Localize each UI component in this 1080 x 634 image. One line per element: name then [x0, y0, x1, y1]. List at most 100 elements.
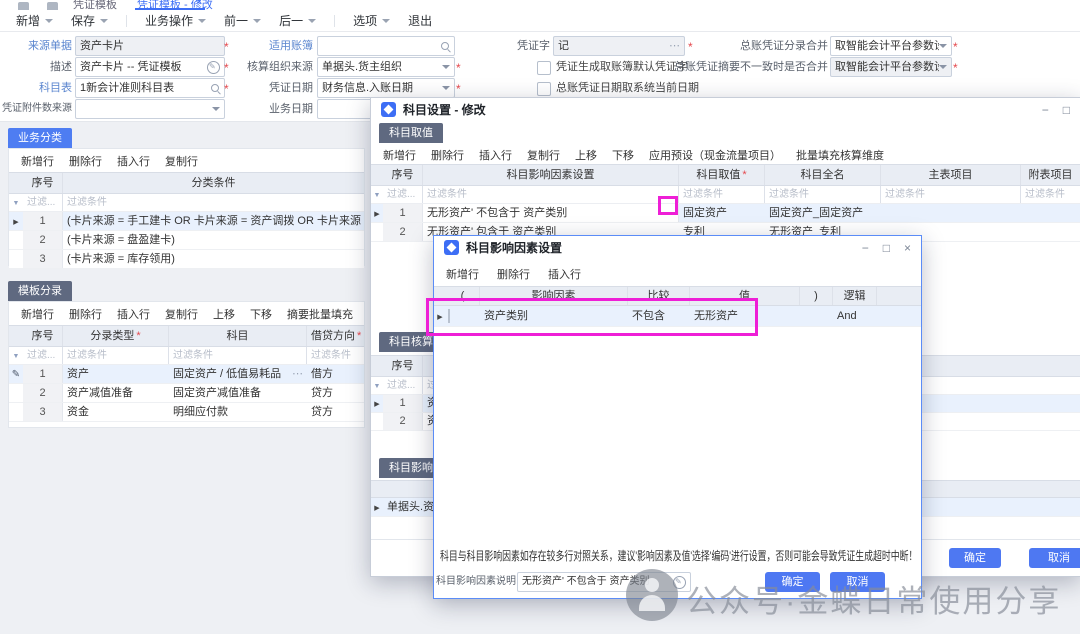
- col-subject-fullname[interactable]: 科目全名: [765, 165, 881, 185]
- insert-row-button[interactable]: 插入行: [479, 147, 512, 163]
- filter-icon[interactable]: [371, 186, 383, 203]
- col-factor-setting[interactable]: 科目影响因素设置: [423, 165, 679, 185]
- attachment-source-label: 凭证附件数来源: [0, 99, 72, 119]
- table-row[interactable]: 3 资金 明细应付款 贷方: [9, 403, 364, 422]
- required-mark: *: [224, 36, 229, 58]
- move-down-button[interactable]: 下移: [250, 306, 272, 322]
- more-icon[interactable]: [292, 365, 303, 383]
- col-logic[interactable]: 逻辑: [833, 287, 877, 305]
- default-voucherword-checkbox[interactable]: [537, 61, 551, 75]
- add-row-button[interactable]: 新增行: [21, 153, 54, 169]
- col-condition[interactable]: 分类条件: [63, 173, 364, 193]
- tab-template-entries[interactable]: 模板分录: [8, 281, 72, 301]
- batch-fill-dimension-button[interactable]: 批量填充核算维度: [796, 147, 884, 163]
- minimize-icon[interactable]: −: [1042, 103, 1049, 117]
- table-row[interactable]: 2 (卡片来源 = 盘盈建卡): [9, 231, 364, 250]
- minimize-icon[interactable]: −: [862, 241, 869, 255]
- new-button[interactable]: 新增: [16, 12, 53, 29]
- rparen-cell[interactable]: [800, 306, 833, 326]
- col-seq[interactable]: 序号: [383, 165, 423, 185]
- col-entry-type[interactable]: 分录类型*: [63, 326, 169, 346]
- delete-row-button[interactable]: 删除行: [69, 153, 102, 169]
- gl-entry-merge-select[interactable]: 取智能会计平台参数设置: [830, 36, 952, 56]
- tab-business-classification[interactable]: 业务分类: [8, 128, 72, 148]
- business-operations-button[interactable]: 业务操作: [145, 12, 206, 29]
- delete-row-button[interactable]: 删除行: [431, 147, 464, 163]
- subject-value-table: 序号 科目影响因素设置 科目取值* 科目全名 主表项目 附表项目 过滤... 过…: [371, 164, 1080, 242]
- ok-button[interactable]: 确定: [949, 548, 1001, 568]
- filter-icon[interactable]: [9, 194, 23, 211]
- table-row[interactable]: 1 (卡片来源 = 手工建卡 OR 卡片来源 = 资产调拨 OR 卡片来源 = …: [9, 212, 364, 231]
- save-button[interactable]: 保存: [71, 12, 108, 29]
- subject-filter-row: 过滤... 过滤条件 过滤条件 过滤条件 过滤条件 过滤条件: [371, 186, 1080, 204]
- table-row[interactable]: 3 (卡片来源 = 库存领用): [9, 250, 364, 269]
- summary-batch-fill-button[interactable]: 摘要批量填充: [287, 306, 353, 322]
- source-bill-label[interactable]: 来源单据: [5, 36, 72, 56]
- voucher-date-select[interactable]: 财务信息.入账日期: [317, 78, 455, 98]
- filter-icon[interactable]: [9, 347, 23, 364]
- add-row-button[interactable]: 新增行: [383, 147, 416, 163]
- copy-row-button[interactable]: 复制行: [165, 153, 198, 169]
- col-subject-value[interactable]: 科目取值*: [679, 165, 765, 185]
- more-icon[interactable]: [669, 37, 680, 55]
- table-row[interactable]: 1 无形资产' 不包含于 资产类别 固定资产 固定资产_固定资产: [371, 204, 1080, 223]
- copy-row-button[interactable]: 复制行: [165, 306, 198, 322]
- previous-button[interactable]: 前一: [224, 12, 261, 29]
- move-up-button[interactable]: 上移: [575, 147, 597, 163]
- col-debit-credit[interactable]: 借贷方向*: [307, 326, 364, 346]
- copy-row-button[interactable]: 复制行: [527, 147, 560, 163]
- col-main-item[interactable]: 主表项目: [881, 165, 1021, 185]
- next-button[interactable]: 后一: [279, 12, 316, 29]
- row-selected-icon: [371, 204, 383, 222]
- close-icon[interactable]: ×: [904, 241, 911, 255]
- locale-icon[interactable]: [673, 576, 686, 589]
- system-date-checkbox-label[interactable]: 总账凭证日期取系统当前日期: [556, 78, 699, 98]
- exit-button[interactable]: 退出: [408, 12, 432, 29]
- voucher-word-field[interactable]: 记: [553, 36, 685, 56]
- search-icon[interactable]: [211, 84, 220, 93]
- add-row-button[interactable]: 新增行: [21, 306, 54, 322]
- applicable-book-field[interactable]: [317, 36, 455, 56]
- col-subject[interactable]: 科目: [169, 326, 307, 346]
- col-sub-item[interactable]: 附表项目: [1021, 165, 1080, 185]
- move-up-button[interactable]: 上移: [213, 306, 235, 322]
- summary-merge-select[interactable]: 取智能会计平台参数设置: [830, 57, 952, 77]
- source-bill-field[interactable]: 资产卡片: [75, 36, 225, 56]
- table-row[interactable]: 2 资产减值准备 固定资产减值准备 贷方: [9, 384, 364, 403]
- insert-row-button[interactable]: 插入行: [117, 153, 150, 169]
- maximize-icon[interactable]: □: [883, 241, 890, 255]
- delete-row-button[interactable]: 删除行: [497, 266, 530, 282]
- insert-row-button[interactable]: 插入行: [548, 266, 581, 282]
- subject-table-label[interactable]: 科目表: [5, 78, 72, 98]
- ok-button[interactable]: 确定: [765, 572, 820, 592]
- cancel-button[interactable]: 取消: [830, 572, 885, 592]
- col-seq[interactable]: 序号: [383, 356, 423, 376]
- col-seq[interactable]: 序号: [23, 326, 63, 346]
- search-icon[interactable]: [441, 42, 450, 51]
- system-date-checkbox[interactable]: [537, 82, 551, 96]
- filter-icon[interactable]: [371, 377, 383, 394]
- attachment-source-select[interactable]: [75, 99, 225, 119]
- annotation-highlight: [426, 298, 758, 336]
- org-source-select[interactable]: 单据头.货主组织: [317, 57, 455, 77]
- options-button[interactable]: 选项: [353, 12, 390, 29]
- factor-description-field[interactable]: 无形资产' 不包含于 资产类别: [517, 572, 691, 592]
- col-seq[interactable]: 序号: [23, 173, 63, 193]
- required-mark: *: [224, 57, 229, 79]
- tab-close-icon[interactable]: ×: [196, 0, 202, 8]
- locale-icon[interactable]: [207, 61, 220, 74]
- maximize-icon[interactable]: □: [1063, 103, 1070, 117]
- org-source-label: 核算组织来源: [243, 57, 313, 77]
- delete-row-button[interactable]: 删除行: [69, 306, 102, 322]
- cancel-button[interactable]: 取消: [1029, 548, 1080, 568]
- description-field[interactable]: 资产卡片 -- 凭证模板: [75, 57, 225, 77]
- insert-row-button[interactable]: 插入行: [117, 306, 150, 322]
- tab-subject-value[interactable]: 科目取值: [379, 123, 443, 143]
- applicable-book-label[interactable]: 适用账簿: [243, 36, 313, 56]
- col-rparen[interactable]: ): [800, 287, 833, 305]
- apply-preset-button[interactable]: 应用预设（现金流量项目）: [649, 147, 781, 163]
- table-row[interactable]: 1 资产 固定资产 / 低值易耗品 借方: [9, 365, 364, 384]
- subject-table-field[interactable]: 1新会计准则科目表: [75, 78, 225, 98]
- move-down-button[interactable]: 下移: [612, 147, 634, 163]
- add-row-button[interactable]: 新增行: [446, 266, 479, 282]
